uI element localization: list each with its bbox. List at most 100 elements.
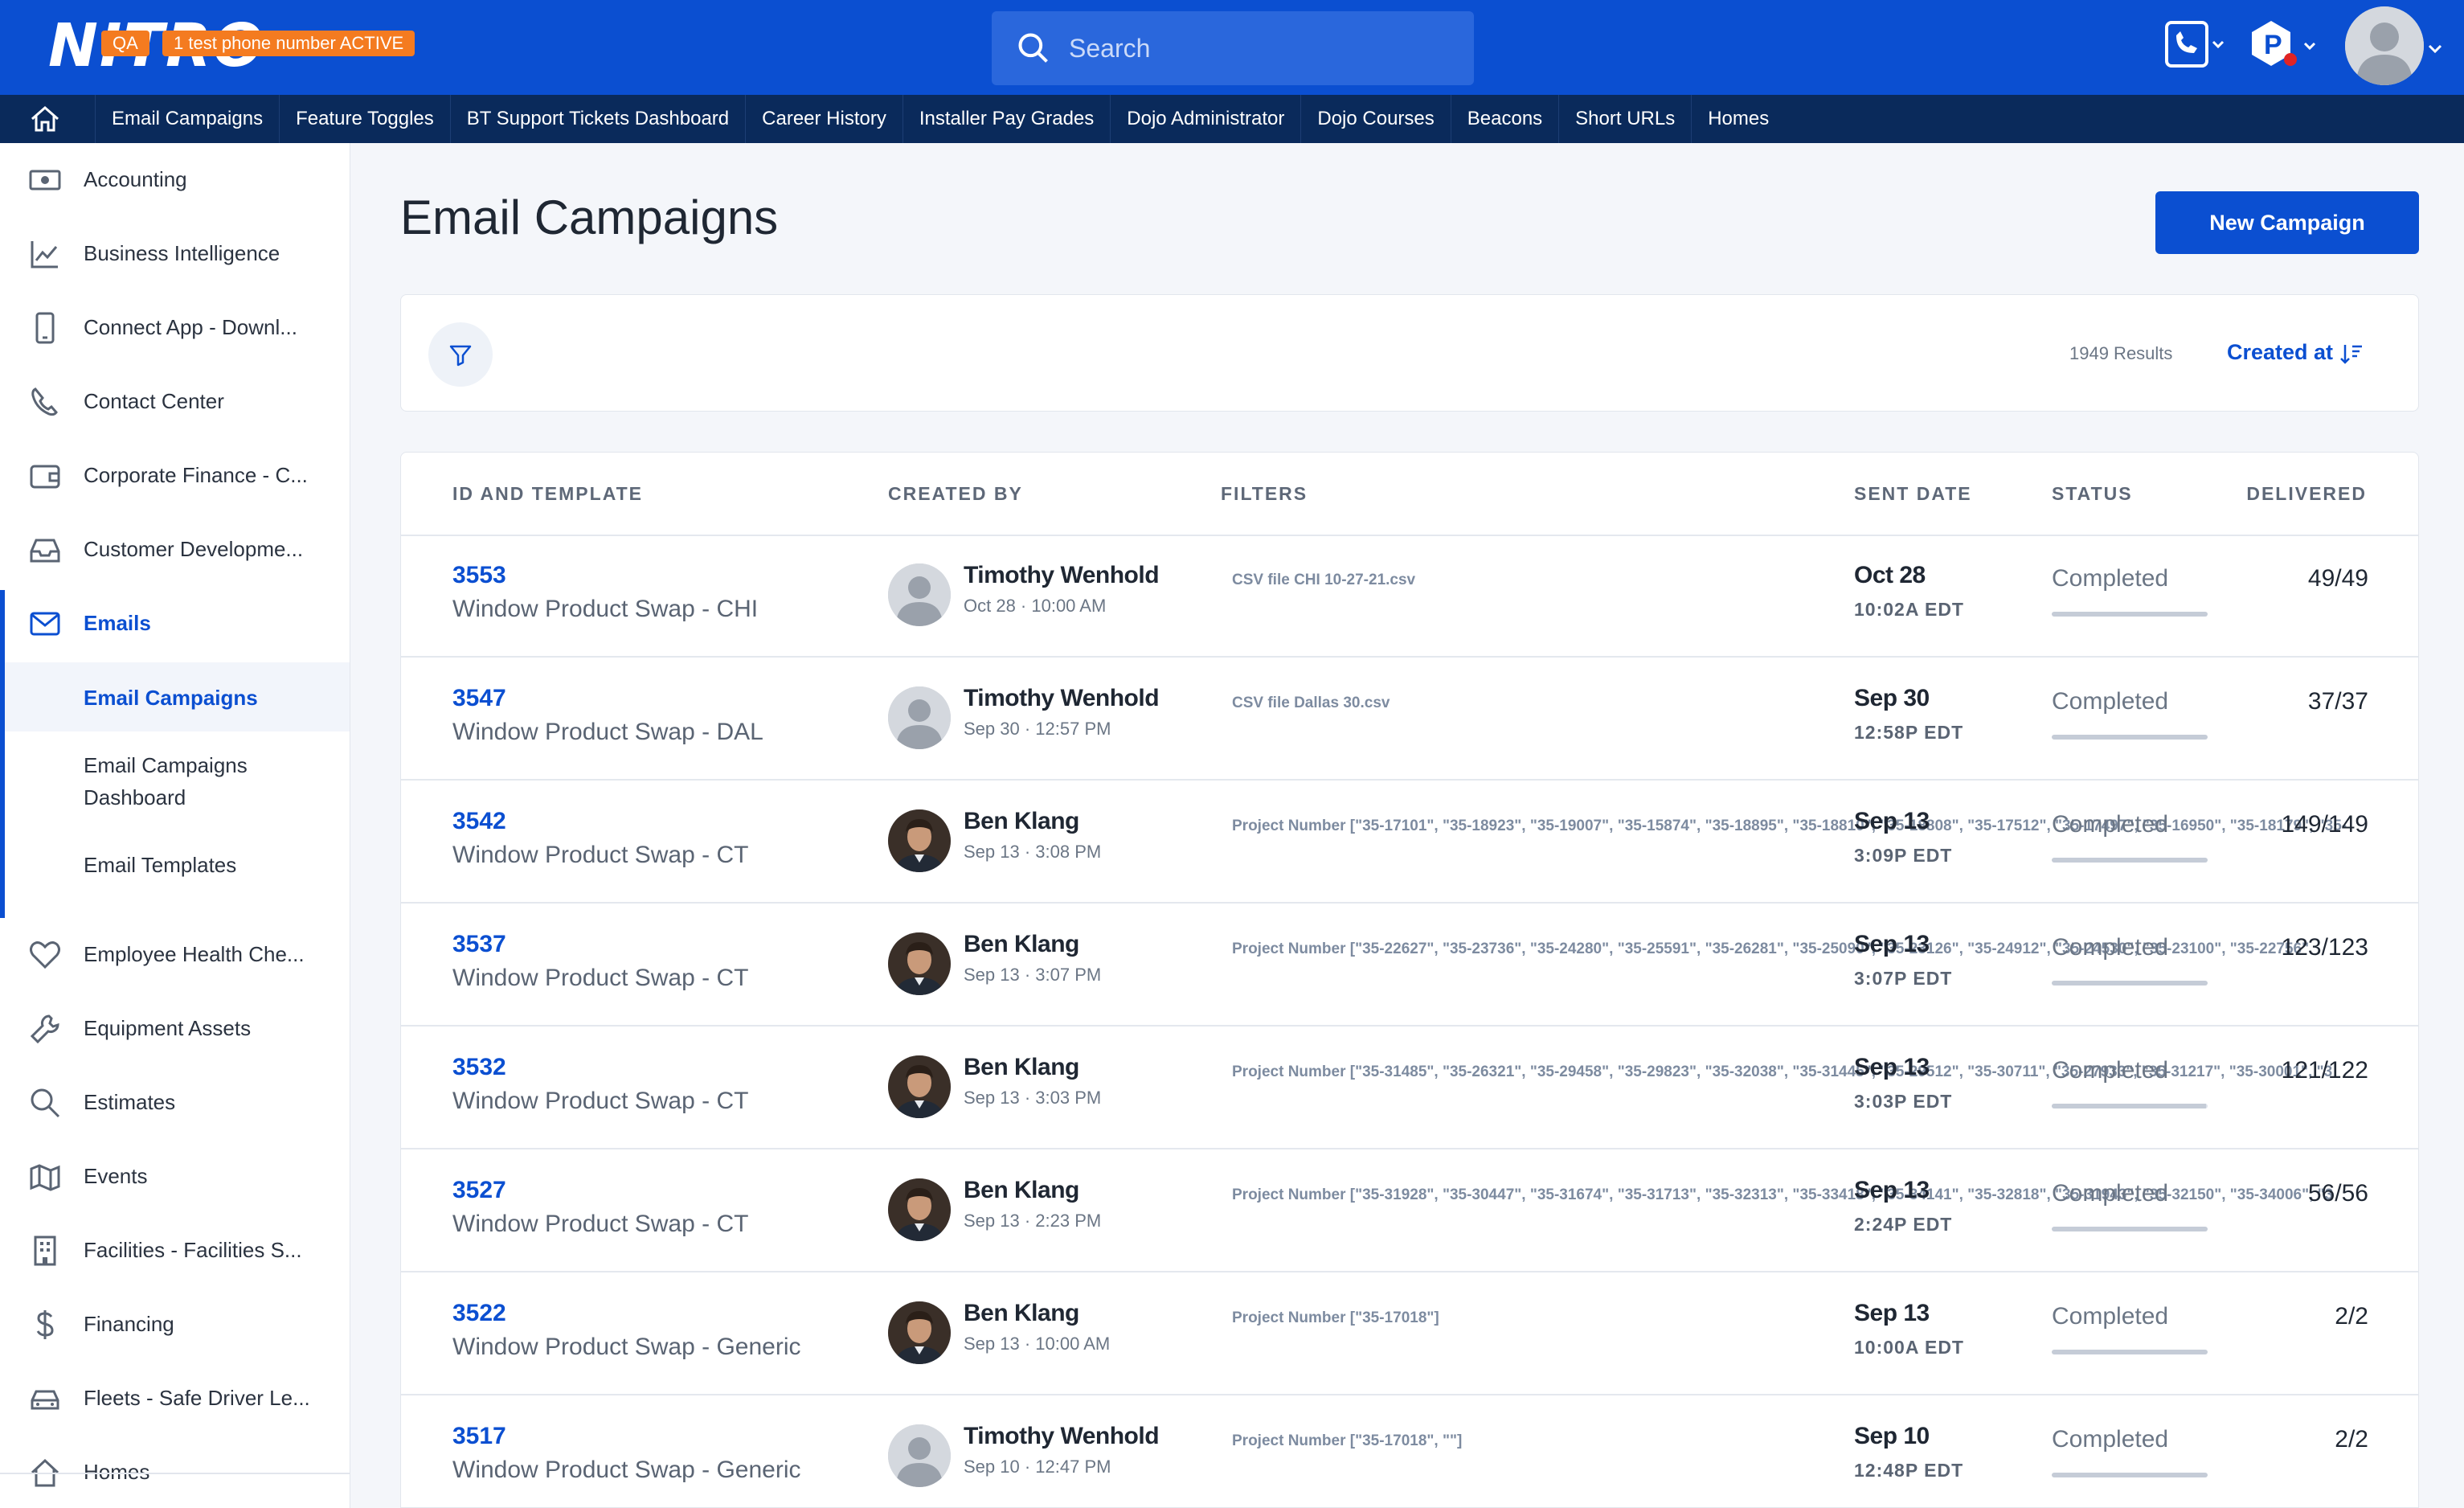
chart-icon bbox=[31, 241, 58, 268]
sidebar-item-label: Facilities - Facilities S... bbox=[84, 1238, 302, 1262]
user-photo-icon bbox=[888, 1301, 951, 1364]
nav-item-career-history[interactable]: Career History bbox=[745, 95, 903, 143]
sidebar-item-label: Business Intelligence bbox=[84, 241, 280, 265]
top-bar: NITRO QA 1 test phone number ACTIVE P bbox=[0, 0, 2464, 95]
delivered-count: 121/122 bbox=[2281, 1057, 2368, 1084]
column-header-status[interactable]: STATUS bbox=[2052, 483, 2133, 505]
sidebar-subitem-email-campaigns[interactable]: Email Campaigns bbox=[5, 662, 350, 731]
sidebar-item-connect-app[interactable]: Connect App - Downl... bbox=[0, 291, 350, 365]
sidebar-item-corporate-finance[interactable]: Corporate Finance - C... bbox=[0, 439, 350, 513]
map-icon bbox=[30, 1164, 60, 1191]
created-time: Sep 13 · 3:07 PM bbox=[964, 965, 1102, 985]
nav-item-dojo-courses[interactable]: Dojo Courses bbox=[1300, 95, 1450, 143]
delivered-count: 2/2 bbox=[2335, 1426, 2368, 1453]
sidebar-item-accounting[interactable]: Accounting bbox=[0, 143, 350, 217]
search-input[interactable] bbox=[1069, 27, 1455, 69]
status-label: Completed bbox=[2052, 1057, 2169, 1084]
creator-name: Ben Klang bbox=[964, 808, 1079, 834]
column-header-sent-date[interactable]: SENT DATE bbox=[1854, 483, 1972, 505]
campaign-id-link[interactable]: 3537 bbox=[452, 931, 506, 958]
filter-icon bbox=[449, 345, 472, 367]
status-progress-bar bbox=[2052, 981, 2208, 986]
column-header-delivered[interactable]: DELIVERED bbox=[2246, 483, 2367, 505]
sidebar-subitem-email-templates[interactable]: Email Templates bbox=[5, 831, 350, 904]
campaign-id-link[interactable]: 3532 bbox=[452, 1054, 506, 1081]
campaign-filter: Project Number ["35-17018", ""] bbox=[1232, 1432, 1463, 1449]
table-row[interactable]: 3517 Window Product Swap - Generic Timothy… bbox=[401, 1397, 2418, 1507]
sidebar-item-contact-center[interactable]: Contact Center bbox=[0, 365, 350, 439]
nav-tabs: Email Campaigns Feature Toggles BT Suppo… bbox=[95, 95, 1785, 143]
filter-button[interactable] bbox=[428, 322, 493, 387]
created-time: Sep 30 · 12:57 PM bbox=[964, 719, 1111, 739]
nav-item-homes[interactable]: Homes bbox=[1691, 95, 1785, 143]
campaign-id-link[interactable]: 3553 bbox=[452, 562, 506, 589]
sidebar-item-label: Events bbox=[84, 1164, 148, 1188]
user-silhouette-icon bbox=[2345, 6, 2424, 85]
user-avatar[interactable] bbox=[2345, 6, 2424, 85]
creator-name: Timothy Wenhold bbox=[964, 685, 1160, 711]
sidebar-item-customer-development[interactable]: Customer Developme... bbox=[0, 513, 350, 587]
sort-button[interactable]: Created at bbox=[2227, 340, 2364, 365]
table-row[interactable]: 3537 Window Product Swap - CT Ben Klang Sep… bbox=[401, 905, 2418, 1027]
table-row[interactable]: 3527 Window Product Swap - CT Ben Klang Sep… bbox=[401, 1151, 2418, 1272]
sidebar-item-label: Emails bbox=[84, 611, 151, 635]
column-header-id-template[interactable]: ID AND TEMPLATE bbox=[452, 483, 643, 505]
sent-date: Sep 13 bbox=[1854, 1054, 1930, 1080]
sidebar-item-emails[interactable]: Emails bbox=[0, 587, 350, 661]
sidebar-item-equipment-assets[interactable]: Equipment Assets bbox=[0, 992, 350, 1066]
column-header-created-by[interactable]: CREATED BY bbox=[888, 483, 1023, 505]
status-label: Completed bbox=[2052, 811, 2169, 838]
sidebar-item-fleets[interactable]: Fleets - Safe Driver Le... bbox=[0, 1362, 350, 1436]
sent-date: Oct 28 bbox=[1854, 562, 1926, 588]
wallet-icon bbox=[30, 465, 60, 489]
phone-menu-button[interactable] bbox=[2163, 18, 2228, 78]
home-button[interactable] bbox=[29, 104, 61, 137]
sidebar-item-financing[interactable]: Financing bbox=[0, 1288, 350, 1362]
nav-item-dojo-administrator[interactable]: Dojo Administrator bbox=[1110, 95, 1300, 143]
sidebar-divider bbox=[0, 1473, 350, 1474]
sidebar-item-estimates[interactable]: Estimates bbox=[0, 1066, 350, 1140]
nav-item-short-urls[interactable]: Short URLs bbox=[1558, 95, 1691, 143]
nav-item-bt-support-tickets[interactable]: BT Support Tickets Dashboard bbox=[449, 95, 745, 143]
sidebar-subitem-email-campaigns-dashboard[interactable]: Email Campaigns Dashboard bbox=[5, 733, 350, 830]
sidebar-item-label: Fleets - Safe Driver Le... bbox=[84, 1386, 310, 1410]
sidebar-item-homes[interactable]: Homes bbox=[0, 1436, 350, 1508]
chevron-down-icon[interactable] bbox=[2427, 43, 2443, 55]
new-campaign-button[interactable]: New Campaign bbox=[2155, 191, 2419, 254]
nav-item-email-campaigns[interactable]: Email Campaigns bbox=[95, 95, 279, 143]
status-progress-bar bbox=[2052, 858, 2208, 863]
created-time: Sep 13 · 2:23 PM bbox=[964, 1211, 1102, 1231]
nav-item-feature-toggles[interactable]: Feature Toggles bbox=[279, 95, 450, 143]
sidebar-item-business-intelligence[interactable]: Business Intelligence bbox=[0, 217, 350, 291]
status-label: Completed bbox=[2052, 565, 2169, 592]
table-row[interactable]: 3553 Window Product Swap - CHI Timothy Wen… bbox=[401, 536, 2418, 658]
global-search[interactable] bbox=[992, 11, 1474, 85]
campaign-id-link[interactable]: 3542 bbox=[452, 808, 506, 835]
campaign-id-link[interactable]: 3547 bbox=[452, 685, 506, 712]
nav-item-beacons[interactable]: Beacons bbox=[1450, 95, 1558, 143]
campaign-id-link[interactable]: 3517 bbox=[452, 1423, 506, 1450]
dollar-icon bbox=[36, 1310, 54, 1339]
status-label: Completed bbox=[2052, 1426, 2169, 1453]
sidebar-item-events[interactable]: Events bbox=[0, 1140, 350, 1214]
table-row[interactable]: 3532 Window Product Swap - CT Ben Klang Sep… bbox=[401, 1028, 2418, 1149]
campaign-id-link[interactable]: 3527 bbox=[452, 1177, 506, 1204]
sidebar-item-employee-health[interactable]: Employee Health Che... bbox=[0, 918, 350, 992]
heart-icon bbox=[30, 941, 60, 969]
parking-menu-button[interactable]: P bbox=[2250, 18, 2323, 81]
status-progress-bar bbox=[2052, 1473, 2208, 1477]
campaign-id-link[interactable]: 3522 bbox=[452, 1300, 506, 1327]
table-row[interactable]: 3542 Window Product Swap - CT Ben Klang Sep… bbox=[401, 782, 2418, 904]
campaign-template: Window Product Swap - Generic bbox=[452, 1334, 801, 1360]
table-row[interactable]: 3522 Window Product Swap - Generic Ben Kla… bbox=[401, 1274, 2418, 1395]
sent-date: Sep 30 bbox=[1854, 685, 1930, 711]
delivered-count: 37/37 bbox=[2307, 688, 2368, 715]
column-header-filters[interactable]: FILTERS bbox=[1221, 483, 1308, 505]
table-row[interactable]: 3547 Window Product Swap - DAL Timothy Wen… bbox=[401, 659, 2418, 781]
sent-time: 3:03P EDT bbox=[1854, 1091, 1953, 1112]
campaign-filter: CSV file Dallas 30.csv bbox=[1232, 695, 1390, 711]
sidebar-item-facilities[interactable]: Facilities - Facilities S... bbox=[0, 1214, 350, 1288]
sidebar-item-label: Customer Developme... bbox=[84, 537, 304, 561]
sent-time: 10:02A EDT bbox=[1854, 599, 1964, 620]
nav-item-installer-pay-grades[interactable]: Installer Pay Grades bbox=[902, 95, 1110, 143]
